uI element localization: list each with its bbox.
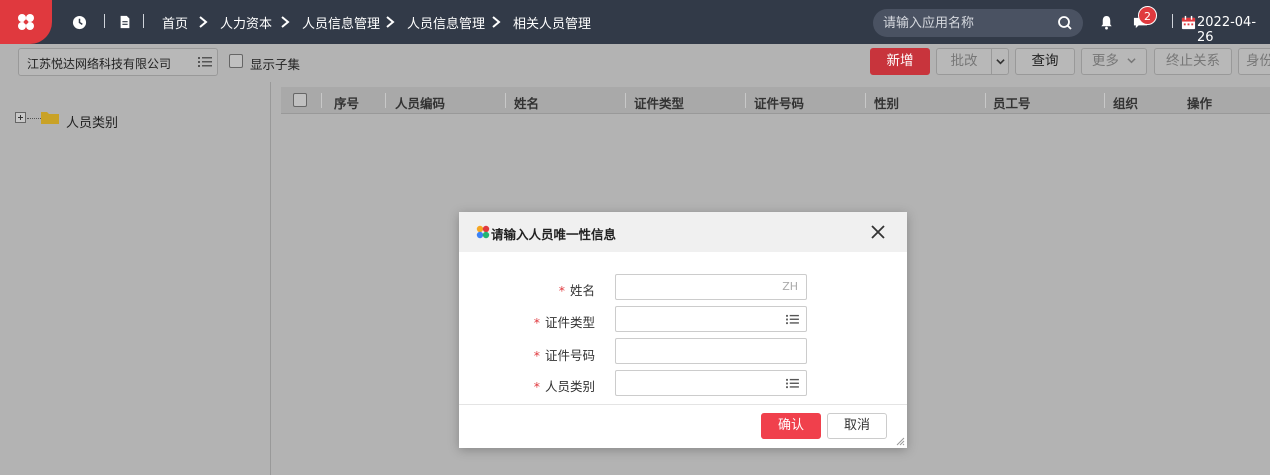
name-field-label: * 姓名 bbox=[559, 280, 595, 299]
show-subset-checkbox[interactable] bbox=[229, 54, 243, 68]
list-icon[interactable] bbox=[786, 314, 799, 325]
column-divider bbox=[1104, 93, 1105, 108]
more-button-label: 更多 bbox=[1091, 53, 1119, 69]
calendar-icon[interactable] bbox=[1179, 13, 1197, 31]
list-icon[interactable] bbox=[198, 56, 212, 68]
breadcrumb-home[interactable]: 首页 bbox=[162, 13, 188, 32]
current-date: 2022-04-26 bbox=[1197, 15, 1257, 45]
organization-select-value: 江苏悦达网络科技有限公司 bbox=[27, 57, 172, 71]
required-asterisk: * bbox=[558, 283, 565, 298]
close-icon[interactable] bbox=[869, 223, 887, 241]
column-header-actions[interactable]: 操作 bbox=[1187, 93, 1212, 112]
list-icon[interactable] bbox=[786, 378, 799, 389]
column-header-name[interactable]: 姓名 bbox=[514, 93, 539, 112]
column-header-id-type[interactable]: 证件类型 bbox=[634, 93, 684, 112]
column-header-person-code[interactable]: 人员编码 bbox=[395, 93, 445, 112]
column-divider bbox=[505, 93, 506, 108]
breadcrumb-human-capital[interactable]: 人力资本 bbox=[220, 13, 272, 32]
query-button[interactable]: 查询 bbox=[1015, 48, 1075, 75]
select-all-checkbox[interactable] bbox=[293, 93, 307, 107]
app-logo-icon bbox=[476, 225, 490, 239]
dialog-title: 请输入人员唯一性信息 bbox=[491, 227, 617, 242]
app-logo[interactable] bbox=[0, 0, 52, 44]
folder-icon bbox=[41, 112, 59, 124]
required-asterisk: * bbox=[533, 379, 540, 394]
name-input[interactable] bbox=[622, 275, 772, 299]
id-number-field-label: * 证件号码 bbox=[534, 345, 595, 364]
dialog-header: 请输入人员唯一性信息 bbox=[459, 212, 907, 252]
column-divider bbox=[745, 93, 746, 108]
table-header: 序号 人员编码 姓名 证件类型 证件号码 性别 员工号 组织 操作 bbox=[281, 87, 1270, 114]
category-tree-panel bbox=[0, 82, 271, 475]
column-header-index[interactable]: 序号 bbox=[334, 93, 359, 112]
dialog-footer: 确认 取消 bbox=[459, 404, 907, 448]
tree-connector bbox=[27, 118, 41, 119]
column-header-organization[interactable]: 组织 bbox=[1113, 93, 1138, 112]
flower-logo-icon bbox=[18, 14, 34, 30]
organization-select[interactable]: 江苏悦达网络科技有限公司 bbox=[18, 48, 218, 76]
column-header-gender[interactable]: 性别 bbox=[874, 93, 899, 112]
add-button[interactable]: 新增 bbox=[870, 48, 930, 75]
id-type-field-label: * 证件类型 bbox=[534, 312, 595, 331]
chevron-right-icon bbox=[281, 16, 290, 28]
id-number-input[interactable] bbox=[622, 339, 772, 363]
top-navigation-bar: 首页 人力资本 人员信息管理 人员信息管理 相关人员管理 2 2022-04-2… bbox=[0, 0, 1270, 45]
chevron-down-icon bbox=[1127, 58, 1136, 64]
chevron-down-icon bbox=[995, 59, 1005, 65]
app-search-input[interactable] bbox=[883, 9, 1053, 37]
cancel-button[interactable]: 取消 bbox=[827, 413, 887, 439]
terminate-relation-button[interactable]: 终止关系 bbox=[1154, 48, 1232, 75]
divider bbox=[143, 14, 144, 28]
more-button[interactable]: 更多 bbox=[1081, 48, 1147, 75]
id-type-select[interactable] bbox=[615, 306, 807, 332]
resize-handle-icon[interactable] bbox=[896, 437, 905, 446]
history-clock-icon[interactable] bbox=[70, 13, 88, 31]
column-divider bbox=[625, 93, 626, 108]
document-icon[interactable] bbox=[116, 13, 134, 31]
column-header-employee-no[interactable]: 员工号 bbox=[993, 93, 1031, 112]
confirm-button[interactable]: 确认 bbox=[761, 413, 821, 439]
personnel-category-select[interactable] bbox=[615, 370, 807, 396]
chinese-input-indicator: ZH bbox=[782, 280, 798, 293]
name-field[interactable]: ZH bbox=[615, 274, 807, 300]
tree-node-personnel-category[interactable]: 人员类别 bbox=[66, 112, 118, 131]
chevron-right-icon bbox=[492, 16, 501, 28]
name-label-text: 姓名 bbox=[569, 283, 595, 298]
show-subset-label: 显示子集 bbox=[250, 57, 301, 72]
chevron-right-icon bbox=[199, 16, 208, 28]
column-header-id-number[interactable]: 证件号码 bbox=[754, 93, 804, 112]
required-asterisk: * bbox=[533, 315, 540, 330]
app-search[interactable] bbox=[873, 9, 1083, 37]
id-number-label-text: 证件号码 bbox=[544, 348, 595, 363]
breadcrumb-personnel-info[interactable]: 人员信息管理 bbox=[302, 13, 380, 32]
personnel-category-field-label: * 人员类别 bbox=[534, 376, 595, 395]
bell-icon[interactable] bbox=[1097, 13, 1115, 31]
divider bbox=[104, 14, 105, 28]
batch-edit-dropdown[interactable] bbox=[991, 48, 1009, 75]
required-asterisk: * bbox=[533, 348, 540, 363]
unique-info-dialog: 请输入人员唯一性信息 * 姓名 ZH * 证件类型 * 证件号码 * 人员类别 确认 取… bbox=[459, 212, 907, 448]
batch-edit-button[interactable]: 批改 bbox=[936, 48, 992, 75]
divider bbox=[1172, 14, 1173, 28]
identity-button[interactable]: 身份 bbox=[1238, 48, 1270, 75]
id-number-field[interactable] bbox=[615, 338, 807, 364]
column-divider bbox=[865, 93, 866, 108]
action-toolbar: 江苏悦达网络科技有限公司 显示子集 新增 批改 查询 更多 终止关系 身份 bbox=[0, 44, 1270, 82]
personnel-category-label-text: 人员类别 bbox=[544, 379, 595, 394]
column-divider bbox=[985, 93, 986, 108]
breadcrumb-related-personnel[interactable]: 相关人员管理 bbox=[513, 13, 591, 32]
tree-expand-toggle[interactable] bbox=[15, 112, 26, 123]
id-type-label-text: 证件类型 bbox=[544, 315, 595, 330]
chevron-right-icon bbox=[386, 16, 395, 28]
notification-badge: 2 bbox=[1138, 6, 1157, 25]
column-divider bbox=[321, 93, 322, 108]
search-icon[interactable] bbox=[1057, 15, 1073, 31]
column-divider bbox=[385, 93, 386, 108]
breadcrumb-personnel-info-sub[interactable]: 人员信息管理 bbox=[407, 13, 485, 32]
